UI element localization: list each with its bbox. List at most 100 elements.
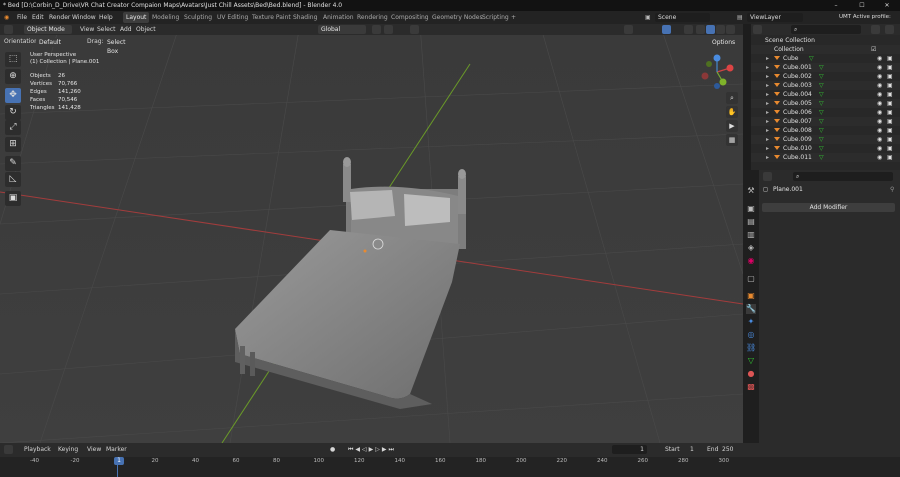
viewport-menu-view[interactable]: View [80,24,94,35]
tab-shading[interactable]: Shading [290,12,320,23]
outliner-item[interactable]: ▸ Cube.005 ▽ ◉ ▣ [751,99,900,108]
expand-arrow-icon[interactable]: ▸ [766,108,769,117]
object-tab-icon[interactable]: ▣ [746,291,756,301]
tab-rendering[interactable]: Rendering [354,12,391,23]
expand-arrow-icon[interactable]: ▸ [766,90,769,99]
expand-arrow-icon[interactable]: ▸ [766,99,769,108]
collection-tab-icon[interactable]: ▢ [746,274,756,284]
menu-render[interactable]: Render [49,11,70,24]
expand-arrow-icon[interactable]: ▸ [766,135,769,144]
outliner-item[interactable]: ▸ Cube.011 ▽ ◉ ▣ [751,153,900,162]
camera-icon[interactable]: ▣ [887,54,893,63]
add-modifier-button[interactable]: Add Modifier [762,203,895,212]
menu-window[interactable]: Window [72,11,96,24]
properties-search-input[interactable]: ⌕ [793,172,893,181]
eye-icon[interactable]: ◉ [877,72,882,81]
camera-icon[interactable]: ▣ [887,144,893,153]
maximize-button[interactable]: ☐ [849,0,875,11]
outliner-item[interactable]: ▸ Cube ▽ ◉ ▣ [751,54,900,63]
eye-icon[interactable]: ◉ [877,144,882,153]
tab-scripting[interactable]: Scripting [479,12,512,23]
timeline-menu-keying[interactable]: Keying [58,444,78,455]
menu-help[interactable]: Help [99,11,113,24]
outliner-item[interactable]: ▸ Cube.010 ▽ ◉ ▣ [751,144,900,153]
eye-icon[interactable]: ◉ [877,126,882,135]
outliner-item[interactable]: ▸ Cube.003 ▽ ◉ ▣ [751,81,900,90]
modifier-tab-icon[interactable]: 🔧 [746,304,756,314]
object-mode-dropdown[interactable]: Object Mode [24,25,72,34]
outliner-search-input[interactable]: ⌕ [791,25,861,34]
camera-icon[interactable]: ▣ [887,72,893,81]
drag-dropdown[interactable]: Select Box [104,38,140,55]
close-button[interactable]: ✕ [874,0,900,11]
properties-editor-icon[interactable] [763,172,772,181]
timeline-menu-marker[interactable]: Marker [106,444,127,455]
expand-arrow-icon[interactable]: ▸ [766,54,769,63]
constraints-tab-icon[interactable]: ⛓ [746,343,756,353]
tab-modeling[interactable]: Modeling [149,12,182,23]
outliner-item[interactable]: ▸ Cube.004 ▽ ◉ ▣ [751,90,900,99]
outliner-item[interactable]: ▸ Cube.009 ▽ ◉ ▣ [751,135,900,144]
render-tab-icon[interactable]: ▣ [746,204,756,214]
viewport-menu-select[interactable]: Select [97,24,116,35]
timeline-track[interactable] [0,457,900,477]
scale-tool-icon[interactable]: ⤢ [5,120,21,135]
expand-arrow-icon[interactable]: ▸ [766,117,769,126]
measure-tool-icon[interactable]: ◺ [5,172,21,187]
expand-arrow-icon[interactable]: ▸ [766,126,769,135]
new-collection-icon[interactable] [885,25,894,34]
outliner-item[interactable]: ▸ Cube.007 ▽ ◉ ▣ [751,117,900,126]
outliner-scene-collection[interactable]: Scene Collection [751,36,900,45]
xray-icon[interactable] [684,25,693,34]
particles-tab-icon[interactable]: ✦ [746,317,756,327]
eye-icon[interactable]: ◉ [877,108,882,117]
tab-compositing[interactable]: Compositing [388,12,432,23]
overlays-icon[interactable] [662,25,671,34]
add-cube-tool-icon[interactable]: ▣ [5,191,21,206]
transform-tool-icon[interactable]: ⊞ [5,137,21,152]
options-dropdown[interactable]: Options [709,38,739,47]
tab-texture-paint[interactable]: Texture Paint [249,12,294,23]
outliner-item[interactable]: ▸ Cube.002 ▽ ◉ ▣ [751,72,900,81]
end-frame-field[interactable]: 250 [722,444,733,455]
eye-icon[interactable]: ◉ [877,54,882,63]
tab-animation[interactable]: Animation [320,12,357,23]
camera-view-icon[interactable]: ▶ [726,120,738,132]
eye-icon[interactable]: ◉ [877,153,882,162]
orientation-dropdown[interactable]: Default [36,38,80,47]
timeline-menu-playback[interactable]: Playback [24,444,51,455]
expand-arrow-icon[interactable]: ▸ [766,72,769,81]
record-icon[interactable]: ● [330,444,335,455]
add-workspace-button[interactable]: + [508,12,519,23]
eye-icon[interactable]: ◉ [877,117,882,126]
data-tab-icon[interactable]: ▽ [746,356,756,366]
outliner-editor-icon[interactable] [753,25,762,34]
3d-viewport[interactable]: Object Mode View Select Add Object Globa… [0,24,743,443]
material-tab-icon[interactable]: ● [746,369,756,379]
current-frame-field[interactable]: 1 [612,445,647,454]
viewport-menu-add[interactable]: Add [120,24,132,35]
scene-selector[interactable]: Scene [655,13,710,22]
collection-checkbox-icon[interactable]: ☑ [871,45,876,54]
eye-icon[interactable]: ◉ [877,90,882,99]
tab-geometry-nodes[interactable]: Geometry Nodes [429,12,486,23]
tab-layout[interactable]: Layout [123,12,150,23]
output-tab-icon[interactable]: ▤ [746,217,756,227]
expand-arrow-icon[interactable]: ▸ [766,144,769,153]
camera-icon[interactable]: ▣ [887,153,893,162]
navigation-gizmo[interactable] [699,54,735,90]
texture-tab-icon[interactable]: ▩ [746,382,756,392]
rotate-tool-icon[interactable]: ↻ [5,105,21,120]
expand-arrow-icon[interactable]: ▸ [766,81,769,90]
start-frame-field[interactable]: 1 [690,444,694,455]
pivot-icon[interactable] [372,25,381,34]
eye-icon[interactable]: ◉ [877,81,882,90]
camera-icon[interactable]: ▣ [887,117,893,126]
timeline-menu-view[interactable]: View [87,444,101,455]
scene-tab-icon[interactable]: ◈ [746,243,756,253]
camera-icon[interactable]: ▣ [887,126,893,135]
annotate-tool-icon[interactable]: ✎ [5,156,21,171]
select-box-icon[interactable]: ⬚ [5,52,21,67]
tab-sculpting[interactable]: Sculpting [181,12,215,23]
move-tool-icon[interactable]: ✥ [5,88,21,103]
